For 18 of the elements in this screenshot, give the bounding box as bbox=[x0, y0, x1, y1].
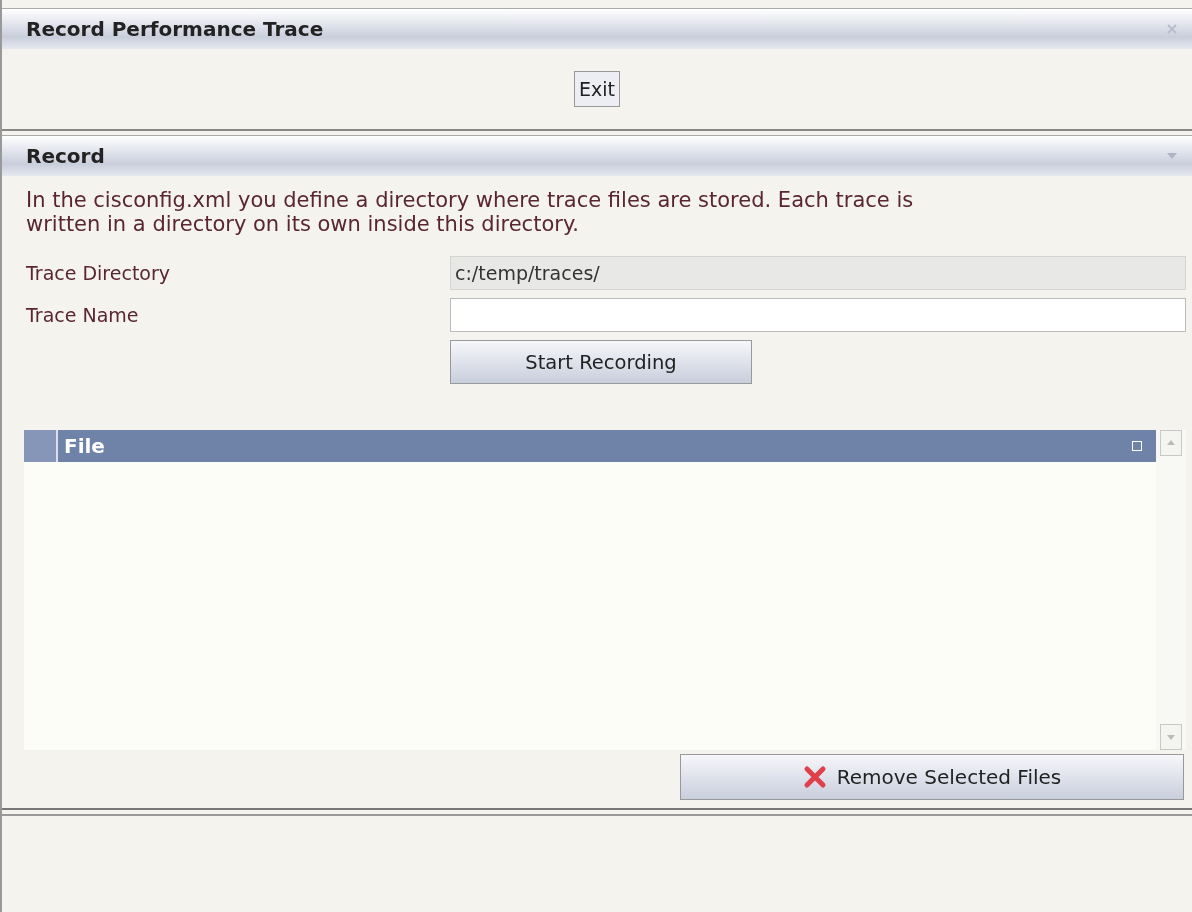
scrollbar[interactable] bbox=[1156, 430, 1186, 750]
start-recording-button[interactable]: Start Recording bbox=[450, 340, 752, 384]
window-title: Record Performance Trace bbox=[26, 17, 324, 41]
section-title: Record bbox=[26, 144, 105, 168]
column-header[interactable]: File bbox=[58, 434, 1132, 458]
scroll-up-icon[interactable] bbox=[1160, 430, 1182, 456]
input-field[interactable] bbox=[450, 298, 1186, 332]
select-all-handle[interactable] bbox=[24, 430, 58, 462]
column-menu-icon[interactable] bbox=[1132, 441, 1142, 451]
description-text: In the cisconfig.xml you define a directory where trace files are stored. Each trace is written in a directory on its own inside this directory. bbox=[26, 188, 915, 236]
scroll-down-icon[interactable] bbox=[1160, 724, 1182, 750]
close-icon[interactable] bbox=[1166, 23, 1178, 35]
collapse-icon[interactable] bbox=[1166, 152, 1178, 160]
field-label: Trace Directory bbox=[26, 262, 171, 284]
remove-selected-files-button[interactable]: Remove Selected Files bbox=[680, 754, 1184, 800]
field-label: Trace Name bbox=[26, 304, 140, 326]
exit-button[interactable]: Exit bbox=[574, 71, 620, 107]
delete-icon bbox=[802, 765, 827, 789]
